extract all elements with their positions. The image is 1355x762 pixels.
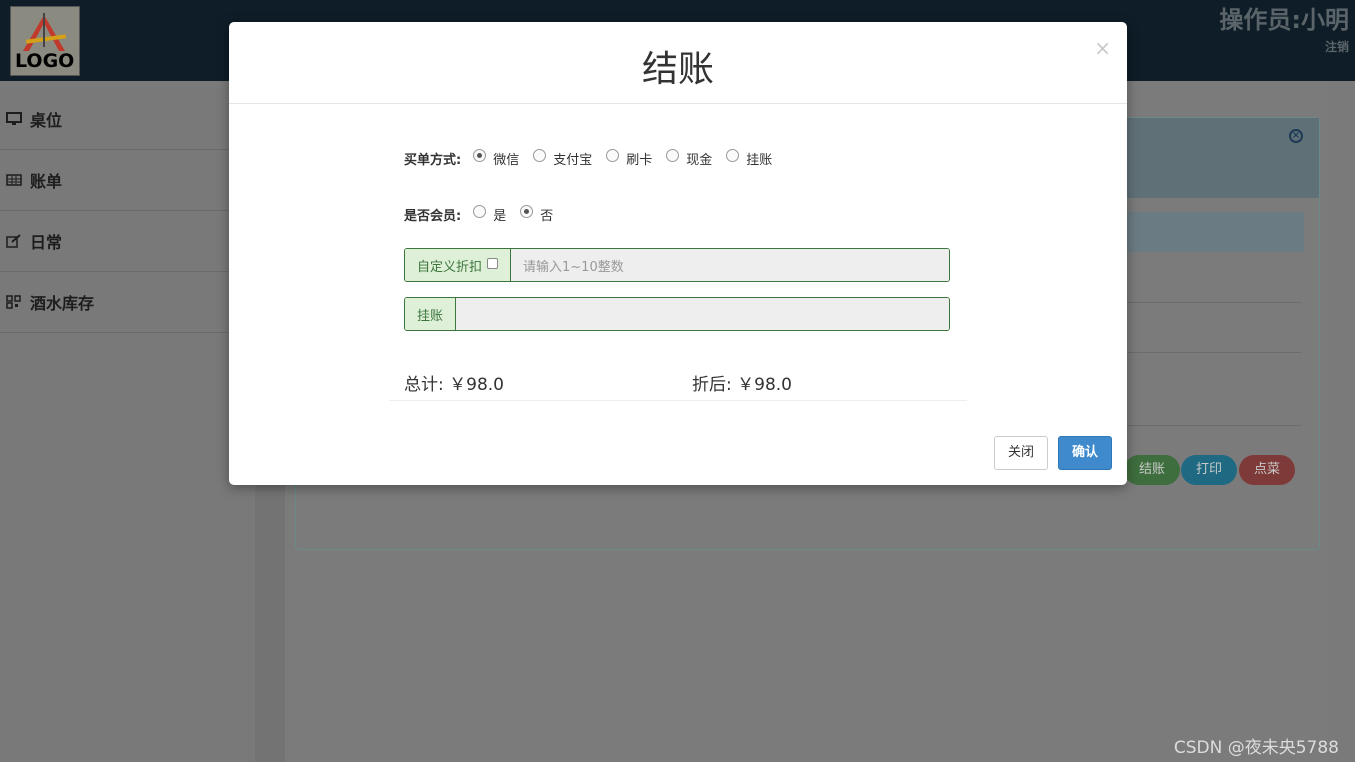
checkout-modal: 结账 × 买单方式: 微信 支付宝 刷卡 现金 挂账 是否会员: 是 否 自定义…: [229, 22, 1127, 485]
sidebar-item-daily[interactable]: 日常: [0, 211, 255, 272]
payment-option-label: 支付宝: [553, 153, 593, 168]
operator-name: 操作员:小明: [1219, 6, 1349, 34]
logo[interactable]: LOGO: [10, 6, 80, 76]
after-label: 折后:: [692, 375, 732, 395]
sidebar-item-bills[interactable]: 账单: [0, 150, 255, 211]
discount-addon: 自定义折扣: [405, 249, 512, 281]
watermark: CSDN @夜未央5788: [1173, 738, 1339, 758]
member-option-yes[interactable]: 是: [473, 205, 506, 224]
sidebar-item-label: 账单: [30, 172, 63, 191]
total-value: ￥98.0: [449, 375, 504, 395]
discount-input-group: 自定义折扣 请输入1~10整数: [404, 248, 950, 282]
logout-link[interactable]: 注销: [1325, 38, 1349, 55]
payment-option-cash[interactable]: 现金: [666, 149, 712, 168]
sidebar-item-label: 酒水库存: [30, 294, 95, 313]
radio-icon[interactable]: [473, 205, 487, 218]
payment-option-label: 现金: [686, 153, 713, 168]
credit-input[interactable]: [456, 298, 949, 330]
credit-addon-label: 挂账: [417, 308, 444, 324]
credit-input-group: 挂账: [404, 297, 950, 331]
monitor-icon: [6, 112, 22, 125]
member-label: 是否会员:: [404, 209, 462, 224]
confirm-button[interactable]: 确认: [1058, 436, 1112, 470]
sidebar-item-label: 桌位: [30, 111, 63, 130]
panel-strip: [1126, 212, 1304, 252]
member-option-label: 否: [540, 209, 554, 224]
sidebar-item-tables[interactable]: 桌位: [0, 89, 255, 150]
payment-option-alipay[interactable]: 支付宝: [533, 149, 592, 168]
radio-checked-icon[interactable]: [473, 149, 487, 162]
total-amount: 总计: ￥98.0: [404, 370, 504, 395]
payment-option-credit[interactable]: 挂账: [726, 149, 772, 168]
radio-checked-icon[interactable]: [520, 205, 534, 218]
member-option-label: 是: [493, 209, 507, 224]
qrcode-icon: [6, 295, 21, 309]
panel-divider: [1126, 302, 1301, 303]
sidebar-item-label: 日常: [30, 233, 63, 252]
discount-input[interactable]: 请输入1~10整数: [511, 249, 949, 281]
radio-icon[interactable]: [533, 149, 547, 162]
payment-option-label: 挂账: [746, 153, 773, 168]
discounted-amount: 折后: ￥98.0: [692, 370, 792, 395]
close-icon[interactable]: ×: [1094, 36, 1111, 60]
total-label: 总计:: [404, 375, 444, 395]
payment-option-label: 刷卡: [626, 153, 653, 168]
payment-option-label: 微信: [493, 153, 520, 168]
radio-icon[interactable]: [606, 149, 620, 162]
radio-icon[interactable]: [726, 149, 740, 162]
divider: [389, 400, 967, 401]
panel-close-icon[interactable]: ×: [1289, 129, 1303, 143]
payment-option-card[interactable]: 刷卡: [606, 149, 652, 168]
radio-icon[interactable]: [666, 149, 680, 162]
table-icon: [6, 174, 22, 186]
sidebar: 桌位 账单 日常 酒水库存: [0, 89, 255, 762]
panel-divider: [1126, 352, 1301, 353]
credit-addon: 挂账: [405, 298, 457, 330]
edit-icon: [6, 234, 21, 248]
member-option-no[interactable]: 否: [520, 205, 553, 224]
modal-title: 结账: [641, 49, 714, 90]
payment-method-label: 买单方式:: [404, 153, 462, 168]
panel-divider: [1126, 425, 1301, 426]
after-value: ￥98.0: [737, 375, 792, 395]
discount-addon-label: 自定义折扣: [417, 259, 483, 275]
sidebar-item-inventory[interactable]: 酒水库存: [0, 272, 255, 333]
discount-checkbox[interactable]: [487, 257, 499, 269]
order-button[interactable]: 点菜: [1239, 455, 1295, 485]
member-row: 是否会员: 是 否: [404, 205, 567, 224]
close-button[interactable]: 关闭: [994, 436, 1048, 470]
logo-text: LOGO: [15, 50, 75, 72]
payment-option-wechat[interactable]: 微信: [473, 149, 519, 168]
print-button[interactable]: 打印: [1181, 455, 1237, 485]
payment-method-row: 买单方式: 微信 支付宝 刷卡 现金 挂账: [404, 149, 786, 168]
checkout-button[interactable]: 结账: [1124, 455, 1180, 485]
modal-header: 结账 ×: [229, 22, 1127, 104]
